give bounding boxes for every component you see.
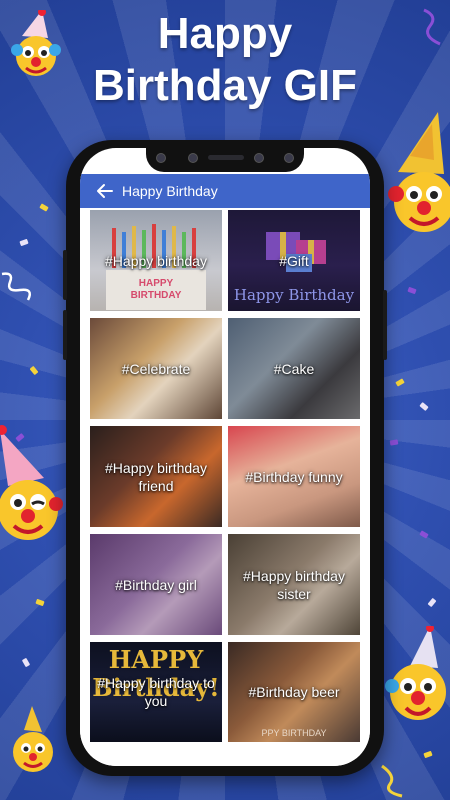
app-bar: Happy Birthday [80,174,370,208]
category-label: #Birthday funny [245,468,343,485]
category-label: #Gift [279,252,309,269]
category-label: #Happy birthday [105,252,207,269]
speaker-grille [208,155,244,160]
clown-emoji-icon [385,626,446,720]
category-label: #Happy birthday sister [243,567,345,602]
streamer-icon [423,8,441,46]
category-tile-birthday-girl[interactable]: #Birthday girl [90,534,222,635]
promo-headline: Happy Birthday GIF [0,8,450,112]
camera-icon [156,153,166,163]
category-tile-birthday-funny[interactable]: #Birthday funny [228,426,360,527]
category-tile-birthday-beer[interactable]: PPY BIRTHDAY #Birthday beer [228,642,360,742]
streamer-icon [1,272,31,301]
clown-emoji-icon [11,10,61,76]
gif-category-grid: HAPPY BIRTHDAY #Happy birthday Happy Bir… [80,208,370,766]
category-tile-cake[interactable]: #Cake [228,318,360,419]
phone-screen: Happy Birthday HAPPY BIRTHDAY #Happy bir… [80,148,370,766]
camera-icon [284,153,294,163]
category-tile-happy-birthday-friend[interactable]: #Happy birthday friend [90,426,222,527]
category-tile-celebrate[interactable]: #Celebrate [90,318,222,419]
category-tile-happy-birthday-to-you[interactable]: HAPPY Birthday! #Happy birthday to you [90,642,222,742]
phone-button [63,250,67,300]
sensor-icon [188,153,198,163]
phone-button [63,310,67,360]
headline-line-1: Happy [157,9,293,58]
app-bar-title: Happy Birthday [122,183,218,199]
cake-decoration-text: HAPPY BIRTHDAY [130,278,182,301]
category-tile-gift[interactable]: Happy Birthday #Gift [228,210,360,311]
caption-strip-text: PPY BIRTHDAY [261,728,327,738]
category-label: #Birthday girl [115,576,197,593]
clown-emoji-icon [13,706,53,772]
category-label: #Birthday beer [248,684,340,700]
category-label: #Happy birthday friend [105,459,207,494]
headline-line-2: Birthday GIF [92,61,358,110]
sensor-icon [254,153,264,163]
category-label: #Celebrate [121,360,191,377]
category-tile-happy-birthday-sister[interactable]: #Happy birthday sister [228,534,360,635]
arrow-left-icon[interactable] [96,182,114,200]
streamer-icon [381,764,403,798]
clown-emoji-icon [388,112,450,232]
category-tile-happy-birthday[interactable]: HAPPY BIRTHDAY #Happy birthday [90,210,222,311]
category-label: #Cake [273,360,315,377]
clown-emoji-icon [0,425,63,540]
phone-notch [146,144,304,172]
gift-script-text: Happy Birthday [233,286,355,304]
category-label: #Happy birthday to you [97,675,215,709]
phone-button [383,290,387,360]
